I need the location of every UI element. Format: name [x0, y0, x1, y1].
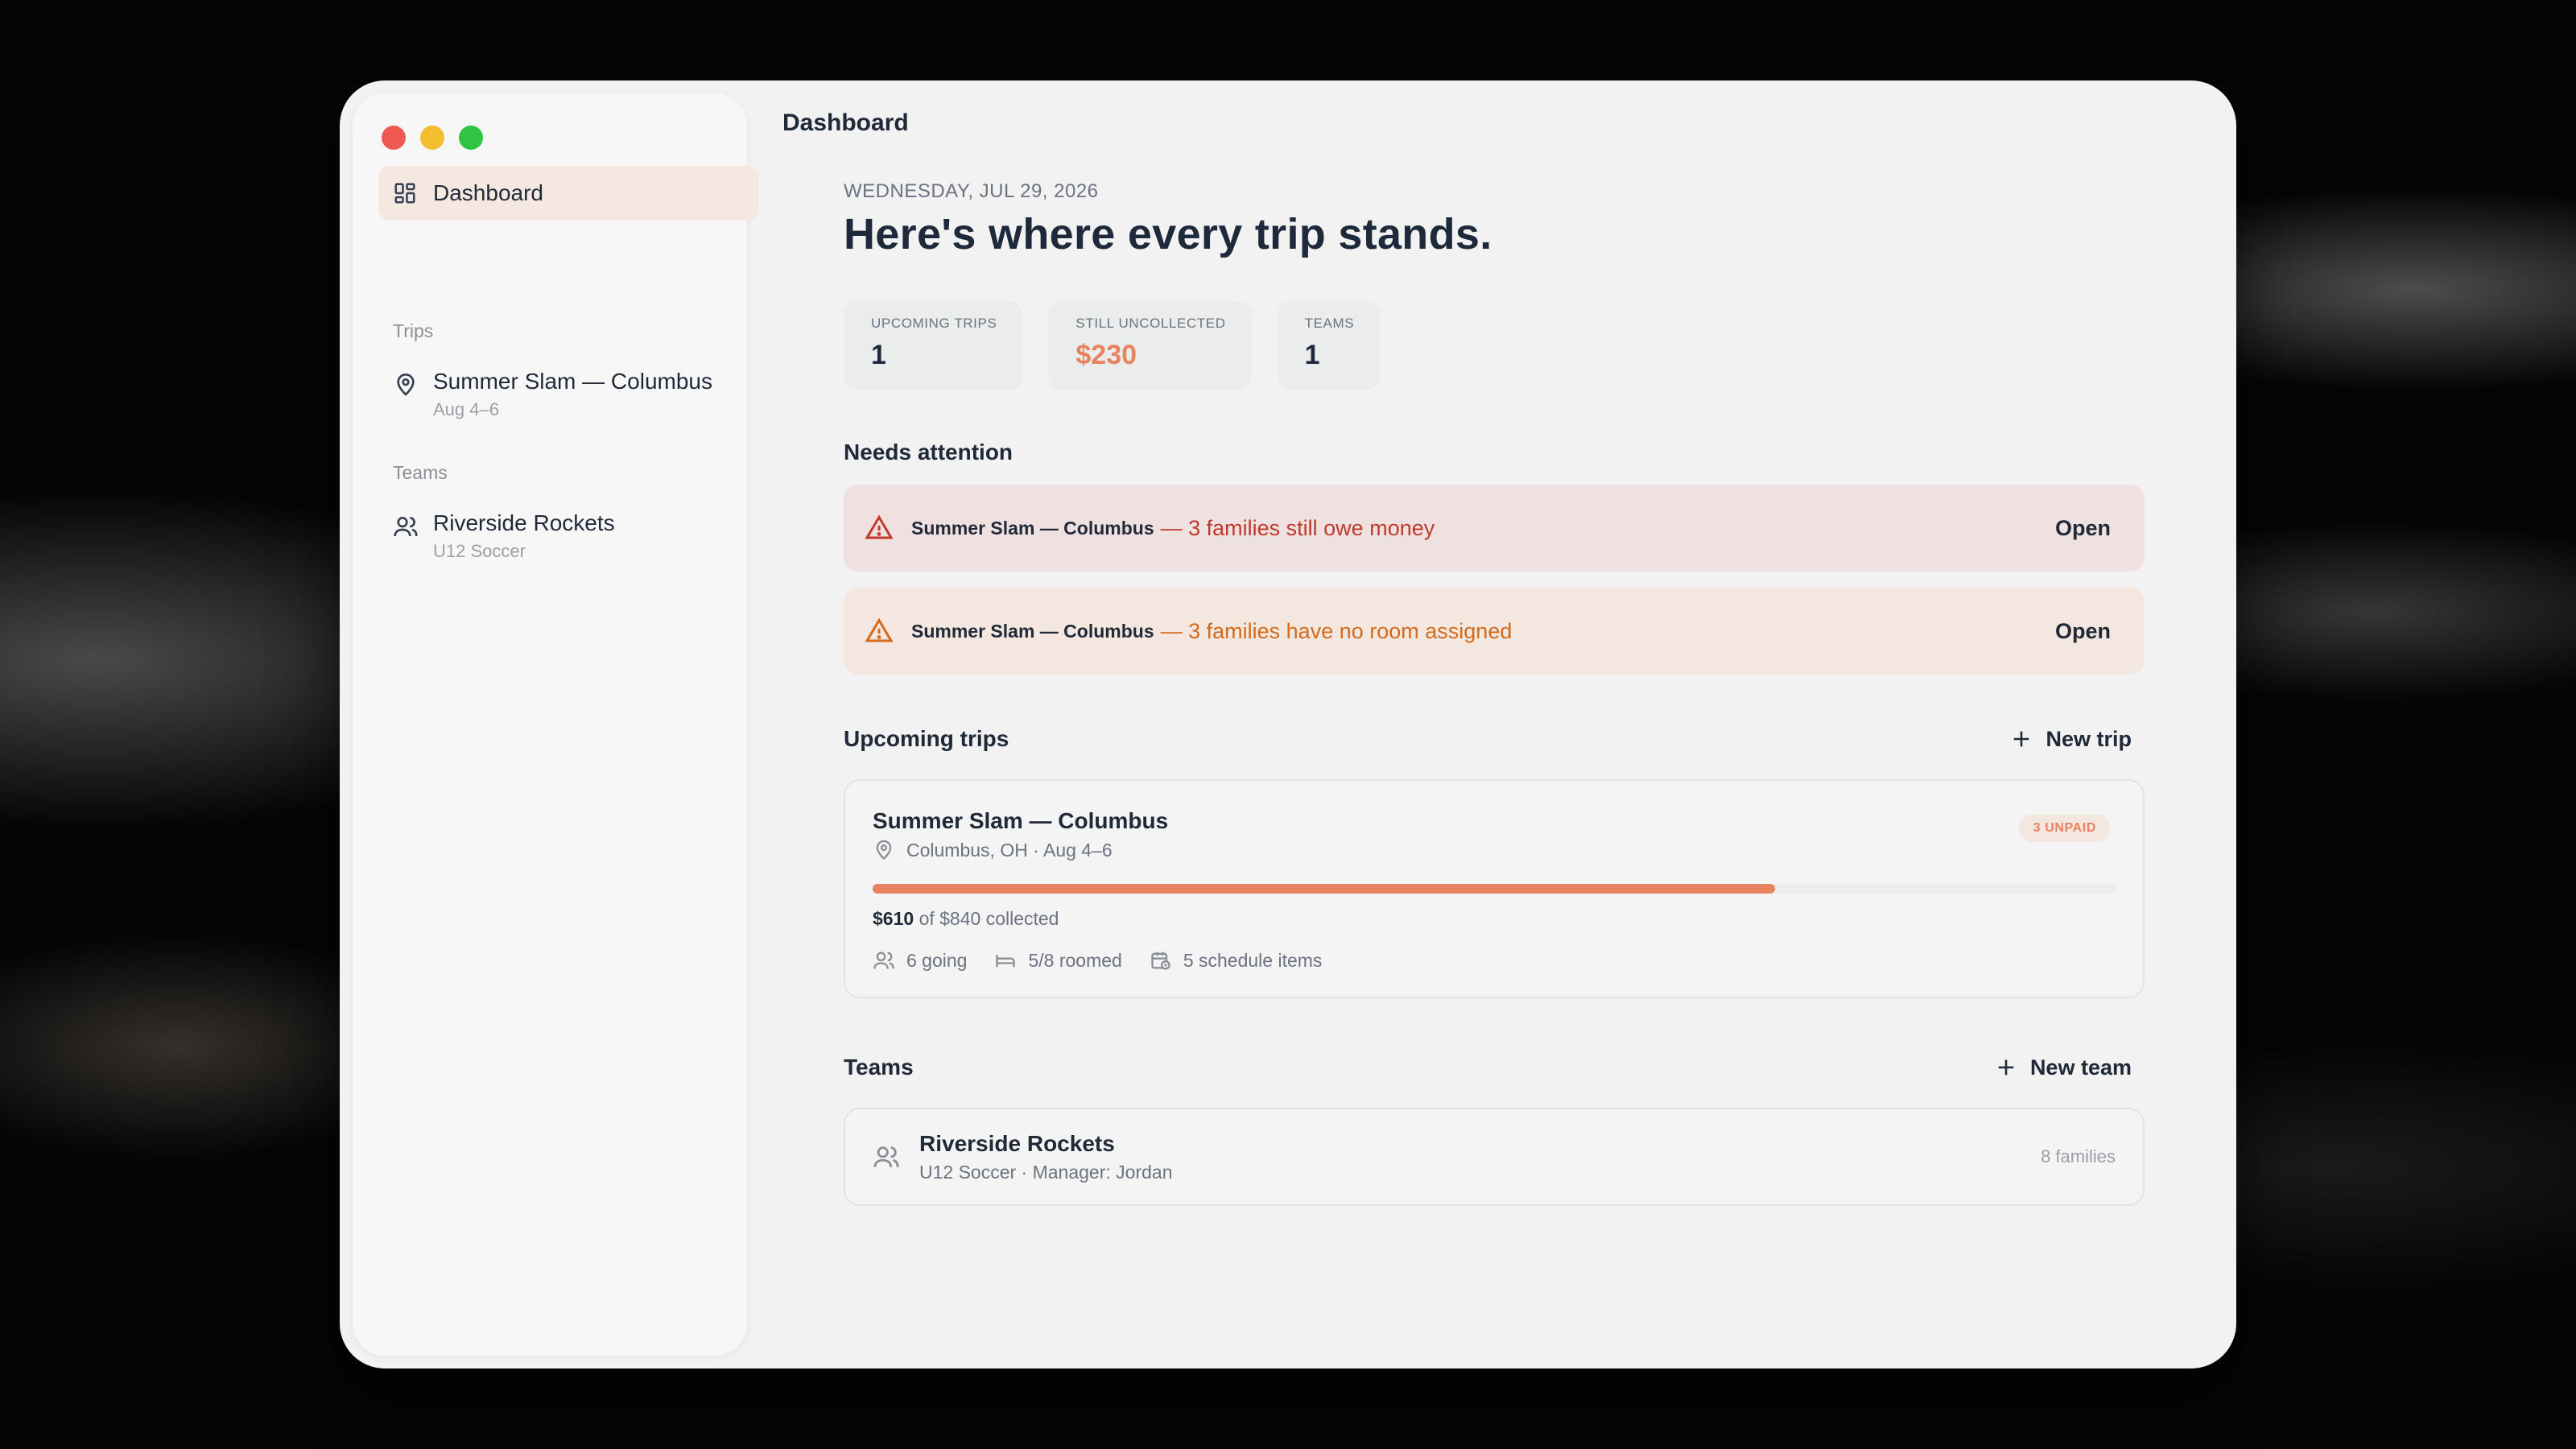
collection-progress-fill	[873, 884, 1775, 894]
warning-triangle-icon	[865, 617, 894, 646]
dashboard-grid-icon	[393, 181, 417, 205]
sidebar-section-teams: Teams	[393, 462, 448, 483]
stat-upcoming-trips: UPCOMING TRIPS 1	[844, 301, 1023, 390]
collection-progress-bar	[873, 884, 2116, 894]
sidebar-team-sub: U12 Soccer	[433, 541, 526, 561]
attention-item-rooms[interactable]: Summer Slam — Columbus — 3 families have…	[844, 588, 2145, 675]
trip-name: Summer Slam — Columbus	[873, 808, 1169, 833]
users-icon	[873, 1143, 900, 1170]
sidebar-item-dashboard[interactable]: Dashboard	[378, 166, 758, 221]
roomed-text: 5/8 roomed	[1028, 949, 1122, 971]
going-count: 6 going	[873, 949, 967, 972]
schedule-count: 5 schedule items	[1150, 949, 1323, 972]
sidebar: Dashboard Trips Summer Slam — Columbus A…	[353, 93, 758, 1356]
team-family-count: 8 families	[2041, 1146, 2116, 1166]
collected-amount: $610	[873, 908, 914, 929]
needs-attention-title: Needs attention	[844, 440, 1013, 464]
plus-icon	[2010, 728, 2033, 750]
close-window-button[interactable]	[382, 126, 406, 150]
new-team-button[interactable]: New team	[1995, 1055, 2145, 1080]
stat-label: TEAMS	[1304, 316, 1355, 331]
current-date: WEDNESDAY, JUL 29, 2026	[844, 180, 1099, 202]
stat-label: UPCOMING TRIPS	[871, 316, 997, 331]
window-controls	[382, 126, 483, 150]
team-name: Riverside Rockets	[919, 1130, 1115, 1156]
going-text: 6 going	[906, 949, 968, 971]
new-team-label: New team	[2029, 1055, 2132, 1080]
team-sub: U12 Soccer · Manager: Jordan	[919, 1161, 1173, 1183]
headline: Here's where every trip stands.	[844, 210, 1492, 258]
new-trip-button[interactable]: New trip	[2010, 727, 2145, 752]
sidebar-item-label: Dashboard	[433, 180, 543, 205]
stat-teams: TEAMS 1	[1277, 301, 1381, 390]
zoom-window-button[interactable]	[459, 126, 483, 150]
open-button[interactable]: Open	[2055, 516, 2111, 541]
stat-value: $230	[1075, 340, 1137, 370]
warning-triangle-icon	[865, 514, 894, 543]
attention-message: — 3 families have no room assigned	[1160, 618, 1513, 643]
page-title: Dashboard	[782, 109, 909, 136]
stat-value: 1	[871, 340, 886, 370]
sidebar-trip-title: Summer Slam — Columbus	[433, 369, 712, 394]
users-icon	[393, 514, 419, 539]
upcoming-trips-title: Upcoming trips	[844, 726, 1009, 751]
attention-item-unpaid[interactable]: Summer Slam — Columbus — 3 families stil…	[844, 485, 2145, 572]
stat-uncollected: STILL UNCOLLECTED $230	[1048, 301, 1252, 390]
plus-icon	[1995, 1056, 2017, 1079]
teams-title: Teams	[844, 1055, 914, 1080]
schedule-text: 5 schedule items	[1183, 949, 1323, 971]
main-area: Dashboard WEDNESDAY, JUL 29, 2026 Here's…	[747, 80, 2236, 1368]
trip-location: Columbus, OH · Aug 4–6	[873, 839, 2116, 861]
attention-trip-name: Summer Slam — Columbus	[911, 517, 1154, 539]
map-pin-icon	[393, 372, 419, 398]
open-button[interactable]: Open	[2055, 619, 2111, 644]
sidebar-team-title: Riverside Rockets	[433, 510, 615, 535]
calendar-clock-icon	[1150, 949, 1172, 972]
attention-message: — 3 families still owe money	[1160, 515, 1435, 540]
map-pin-icon	[873, 839, 895, 861]
attention-list: Summer Slam — Columbus — 3 families stil…	[844, 485, 2145, 675]
stat-label: STILL UNCOLLECTED	[1075, 316, 1226, 331]
sidebar-item-team[interactable]: Riverside Rockets U12 Soccer	[393, 509, 615, 562]
sidebar-trip-dates: Aug 4–6	[433, 399, 499, 419]
app-window: Dashboard Trips Summer Slam — Columbus A…	[340, 80, 2236, 1368]
trip-location-text: Columbus, OH · Aug 4–6	[906, 839, 1113, 861]
sidebar-item-trip[interactable]: Summer Slam — Columbus Aug 4–6	[393, 367, 712, 420]
stats-row: UPCOMING TRIPS 1 STILL UNCOLLECTED $230 …	[844, 301, 2145, 390]
teams-header: Teams New team	[844, 1055, 2145, 1080]
users-icon	[873, 949, 895, 972]
attention-trip-name: Summer Slam — Columbus	[911, 620, 1154, 642]
unpaid-badge: 3 UNPAID	[2018, 815, 2111, 842]
collected-summary: $610 of $840 collected	[873, 908, 2116, 930]
dashboard-content: WEDNESDAY, JUL 29, 2026 Here's where eve…	[844, 180, 2145, 1206]
trip-meta: 6 going 5/8 roomed 5 schedule items	[873, 949, 2116, 972]
sidebar-section-trips: Trips	[393, 320, 434, 341]
minimize-window-button[interactable]	[420, 126, 444, 150]
trip-card[interactable]: Summer Slam — Columbus Columbus, OH · Au…	[844, 779, 2145, 998]
team-card[interactable]: Riverside Rockets U12 Soccer · Manager: …	[844, 1108, 2145, 1206]
collected-total: of $840 collected	[919, 908, 1059, 929]
stat-value: 1	[1304, 340, 1320, 370]
roomed-count: 5/8 roomed	[994, 949, 1122, 972]
upcoming-trips-header: Upcoming trips New trip	[844, 726, 2145, 752]
bed-icon	[994, 949, 1017, 972]
new-trip-label: New trip	[2046, 726, 2132, 751]
